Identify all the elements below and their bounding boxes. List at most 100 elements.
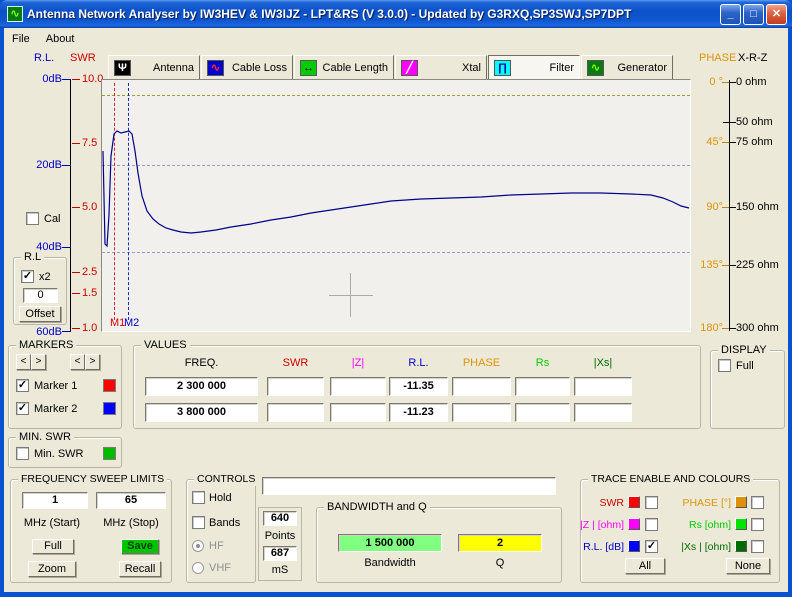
- swr-header: SWR: [267, 356, 324, 370]
- antenna-button[interactable]: Ψ Antenna: [108, 55, 200, 81]
- rl-offset-input[interactable]: 0: [23, 288, 58, 303]
- marker1-name: Marker 1: [34, 379, 77, 393]
- marker1-color-swatch: [103, 379, 116, 392]
- right-axis-line: [729, 80, 730, 331]
- trace-z-swatch[interactable]: [628, 518, 640, 530]
- rs-header: Rs: [515, 356, 570, 370]
- trace-phase-checkbox[interactable]: [751, 496, 764, 509]
- m2-rs-value: [515, 403, 570, 422]
- minimize-button[interactable]: _: [720, 4, 741, 25]
- trace-rl-label: R.L. [dB]: [578, 540, 624, 554]
- filter-button[interactable]: ∏ Filter: [488, 55, 580, 81]
- menu-about[interactable]: About: [38, 30, 83, 48]
- chart-plot-area[interactable]: M1 M2: [101, 79, 691, 332]
- rl-x2-checkbox[interactable]: [21, 270, 34, 283]
- trace-z-checkbox[interactable]: [645, 518, 658, 531]
- antenna-icon: Ψ: [114, 60, 131, 76]
- ohm-tick-label: 0 ohm: [736, 75, 767, 89]
- trace-xs-label: |Xs | [ohm]: [665, 540, 731, 554]
- hold-label: Hold: [209, 491, 232, 505]
- m1-rl-value: -11.35: [389, 377, 448, 396]
- cal-checkbox[interactable]: [26, 212, 39, 225]
- trace-legend: TRACE ENABLE AND COLOURS: [588, 473, 753, 486]
- marker2-color-swatch: [103, 402, 116, 415]
- swr-tick-label: 1.0: [82, 321, 97, 335]
- m1-phase-value: [452, 377, 511, 396]
- display-full-checkbox[interactable]: [718, 359, 731, 372]
- menu-file[interactable]: File: [4, 30, 38, 48]
- filter-label: Filter: [550, 62, 574, 74]
- marker1-right-button[interactable]: >: [31, 354, 46, 370]
- cable-length-icon: ↔: [300, 60, 317, 76]
- marker1-checkbox[interactable]: [16, 379, 29, 392]
- hf-radio[interactable]: [192, 540, 204, 552]
- offset-button[interactable]: Offset: [19, 306, 61, 322]
- rl-tick-label: 0dB: [16, 72, 62, 86]
- marker2-left-button[interactable]: <: [70, 354, 85, 370]
- app-window: ∿ Antenna Network Analyser by IW3HEV & I…: [0, 0, 792, 597]
- marker1-left-button[interactable]: <: [16, 354, 31, 370]
- trace-all-button[interactable]: All: [625, 558, 665, 574]
- sweep-stop-label: MHz (Stop): [96, 516, 166, 530]
- swr-axis-title: SWR: [70, 51, 96, 65]
- swr-tick-label: 2.5: [82, 265, 97, 279]
- hold-checkbox[interactable]: [192, 491, 205, 504]
- trace-swr-checkbox[interactable]: [645, 496, 658, 509]
- rl-tick: [62, 165, 71, 166]
- xtal-icon: ╱: [401, 60, 418, 76]
- bandwidth-value[interactable]: 1 500 000: [338, 534, 442, 552]
- cable-loss-button[interactable]: ∿ Cable Loss: [201, 55, 293, 81]
- sweep-full-button[interactable]: Full: [32, 539, 74, 554]
- sweep-start-input[interactable]: 1: [22, 492, 88, 509]
- trace-phase-swatch[interactable]: [735, 496, 747, 508]
- min-swr-legend: MIN. SWR: [16, 431, 74, 444]
- trace-rl-checkbox[interactable]: [645, 540, 658, 553]
- sweep-zoom-button[interactable]: Zoom: [28, 561, 76, 577]
- sweep-save-button[interactable]: Save: [121, 539, 159, 554]
- vhf-radio[interactable]: [192, 562, 204, 574]
- m2-freq-value[interactable]: 3 800 000: [145, 403, 258, 422]
- swr-tick: [72, 79, 80, 80]
- comment-field[interactable]: [262, 477, 556, 495]
- xtal-label: Xtal: [462, 62, 481, 74]
- close-button[interactable]: ✕: [766, 4, 787, 25]
- m1-freq-value[interactable]: 2 300 000: [145, 377, 258, 396]
- left-axis-line: [70, 80, 71, 331]
- sweep-recall-button[interactable]: Recall: [119, 561, 161, 577]
- phase-tick-label: 0 °: [692, 75, 723, 89]
- swr-tick: [72, 272, 80, 273]
- crosshair-cursor: [329, 295, 373, 296]
- sweep-stop-input[interactable]: 65: [96, 492, 166, 509]
- trace-rs-label: Rs [ohm]: [665, 518, 731, 532]
- cal-label: Cal: [44, 212, 61, 226]
- phase-tick-label: 45°: [692, 135, 723, 149]
- trace-rs-checkbox[interactable]: [751, 518, 764, 531]
- ms-value: 687: [263, 546, 297, 561]
- trace-swr-swatch[interactable]: [628, 496, 640, 508]
- ohm-tick: [723, 122, 736, 123]
- marker2-right-button[interactable]: >: [85, 354, 100, 370]
- trace-rl-swatch[interactable]: [628, 540, 640, 552]
- cable-length-button[interactable]: ↔ Cable Length: [294, 55, 394, 81]
- generator-button[interactable]: ∿ Generator: [581, 55, 673, 81]
- title-bar: ∿ Antenna Network Analyser by IW3HEV & I…: [0, 0, 792, 28]
- min-swr-checkbox[interactable]: [16, 447, 29, 460]
- bands-checkbox[interactable]: [192, 516, 205, 529]
- trace-xs-checkbox[interactable]: [751, 540, 764, 553]
- swr-tick-label: 1.5: [82, 286, 97, 300]
- markers-legend: MARKERS: [16, 339, 76, 352]
- phase-axis-title: PHASE: [699, 51, 736, 65]
- trace-xs-swatch[interactable]: [735, 540, 747, 552]
- xtal-button[interactable]: ╱ Xtal: [395, 55, 487, 81]
- cable-loss-label: Cable Loss: [232, 62, 287, 74]
- trace-rs-swatch[interactable]: [735, 518, 747, 530]
- bandwidth-label: Bandwidth: [338, 556, 442, 570]
- maximize-button[interactable]: □: [743, 4, 764, 25]
- menu-bar: File About: [4, 28, 788, 50]
- rl-tick-label: 60dB: [16, 325, 62, 339]
- trace-none-button[interactable]: None: [726, 558, 770, 574]
- q-value[interactable]: 2: [458, 534, 542, 552]
- marker2-checkbox[interactable]: [16, 402, 29, 415]
- m2-xs-value: [574, 403, 632, 422]
- crosshair-cursor: [350, 273, 351, 317]
